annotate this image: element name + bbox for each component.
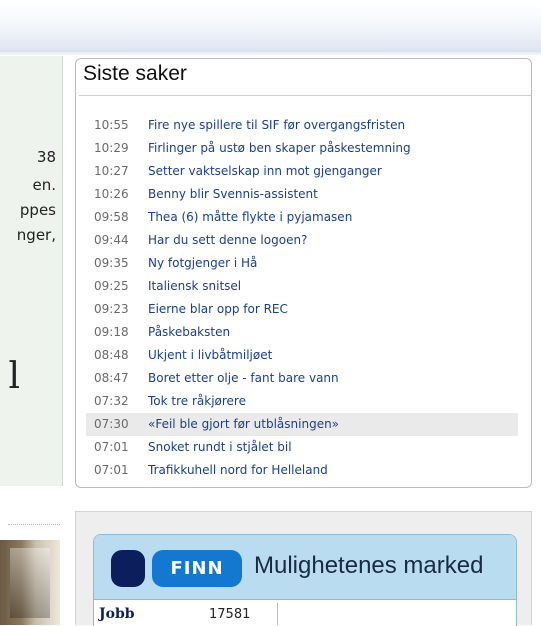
- news-time: 07:32: [94, 394, 129, 408]
- news-time: 09:23: [94, 302, 129, 316]
- left-text-fragment: l: [8, 356, 20, 397]
- news-time: 09:58: [94, 210, 129, 224]
- news-list: 10:55 Fire nye spillere til SIF før overg…: [86, 114, 518, 482]
- news-list-item: 09:18 Påskebaksten: [86, 321, 518, 344]
- news-headline-link[interactable]: Trafikkuhell nord for Helleland: [148, 459, 328, 482]
- news-list-item: 10:29 Firlinger på ustø ben skaper påskes…: [86, 137, 518, 160]
- news-time: 08:47: [94, 371, 129, 385]
- news-headline-link[interactable]: Italiensk snitsel: [148, 275, 241, 298]
- left-text-fragment: nger,: [16, 226, 56, 244]
- news-time: 10:27: [94, 164, 129, 178]
- news-list-item: 07:32 Tok tre råkjørere: [86, 390, 518, 413]
- news-list-item: 07:30 «Feil ble gjort før utblåsningen»: [86, 413, 518, 436]
- top-banner: [0, 0, 541, 50]
- finn-category-link[interactable]: Jobb: [99, 606, 135, 622]
- news-headline-link[interactable]: «Feil ble gjort før utblåsningen»: [148, 413, 339, 436]
- news-list-item: 10:26 Benny blir Svennis-assistent: [86, 183, 518, 206]
- news-list-item: 10:27 Setter vaktselskap inn mot gjengang…: [86, 160, 518, 183]
- news-list-item: 09:58 Thea (6) måtte flykte i pyjamasen: [86, 206, 518, 229]
- finn-ad-container: FINN Mulighetenes marked Jobb 17581: [75, 511, 532, 626]
- news-headline-link[interactable]: Påskebaksten: [148, 321, 230, 344]
- news-headline-link[interactable]: Ny fotgjenger i Hå: [148, 252, 257, 275]
- news-time: 09:35: [94, 256, 129, 270]
- news-headline-link[interactable]: Har du sett denne logoen?: [148, 229, 307, 252]
- left-text-fragment: 38: [36, 148, 56, 166]
- left-divider: [8, 524, 60, 525]
- news-headline-link[interactable]: Snoket rundt i stjålet bil: [148, 436, 292, 459]
- news-list-item: 09:44 Har du sett denne logoen?: [86, 229, 518, 252]
- finn-logo[interactable]: FINN: [152, 550, 242, 587]
- latest-news-box: Siste saker 10:55 Fire nye spillere til S…: [75, 58, 532, 488]
- news-list-item: 07:01 Snoket rundt i stjålet bil: [86, 436, 518, 459]
- left-thumbnail-image[interactable]: [0, 540, 60, 625]
- news-list-item: 08:48 Ukjent i livbåtmiljøet: [86, 344, 518, 367]
- thumbnail-shading: [10, 548, 50, 618]
- news-headline-link[interactable]: Fire nye spillere til SIF før overgangsf…: [148, 114, 405, 137]
- news-time: 09:18: [94, 325, 129, 339]
- news-list-item: 07:01 Trafikkuhell nord for Helleland: [86, 459, 518, 482]
- left-column-fragment: 38 en. ppes nger, l: [0, 56, 63, 486]
- left-text-fragment: ppes: [19, 201, 56, 219]
- news-time: 07:30: [94, 417, 129, 431]
- finn-logo-mark: [111, 550, 145, 587]
- news-list-item: 08:47 Boret etter olje - fant bare vann: [86, 367, 518, 390]
- news-time: 10:29: [94, 141, 129, 155]
- news-list-item: 09:25 Italiensk snitsel: [86, 275, 518, 298]
- news-headline-link[interactable]: Setter vaktselskap inn mot gjenganger: [148, 160, 382, 183]
- finn-row-separator: [277, 603, 278, 625]
- news-headline-link[interactable]: Eierne blar opp for REC: [148, 298, 288, 321]
- finn-category-count: 17581: [209, 607, 251, 622]
- news-headline-link[interactable]: Firlinger på ustø ben skaper påskestemni…: [148, 137, 411, 160]
- news-time: 10:26: [94, 187, 129, 201]
- news-headline-link[interactable]: Tok tre råkjørere: [148, 390, 246, 413]
- finn-ad-box: FINN Mulighetenes marked Jobb 17581: [93, 534, 517, 626]
- finn-tagline: Mulighetenes marked: [254, 552, 484, 579]
- news-time: 07:01: [94, 440, 129, 454]
- news-time: 10:55: [94, 118, 129, 132]
- news-headline-link[interactable]: Thea (6) måtte flykte i pyjamasen: [148, 206, 352, 229]
- news-headline-link[interactable]: Benny blir Svennis-assistent: [148, 183, 318, 206]
- news-time: 08:48: [94, 348, 129, 362]
- news-headline-link[interactable]: Ukjent i livbåtmiljøet: [148, 344, 272, 367]
- finn-logo-text: FINN: [170, 558, 224, 579]
- news-time: 09:44: [94, 233, 129, 247]
- top-banner-shadow: [0, 50, 541, 56]
- news-list-item: 10:55 Fire nye spillere til SIF før overg…: [86, 114, 518, 137]
- news-time: 09:25: [94, 279, 129, 293]
- left-text-fragment: en.: [32, 176, 56, 194]
- finn-header[interactable]: FINN Mulighetenes marked: [94, 535, 516, 599]
- news-headline-link[interactable]: Boret etter olje - fant bare vann: [148, 367, 339, 390]
- finn-category-row: Jobb 17581: [94, 599, 516, 626]
- news-time: 07:01: [94, 463, 129, 477]
- news-list-item: 09:23 Eierne blar opp for REC: [86, 298, 518, 321]
- news-list-item: 09:35 Ny fotgjenger i Hå: [86, 252, 518, 275]
- latest-news-title: Siste saker: [83, 62, 187, 85]
- title-divider: [79, 95, 531, 96]
